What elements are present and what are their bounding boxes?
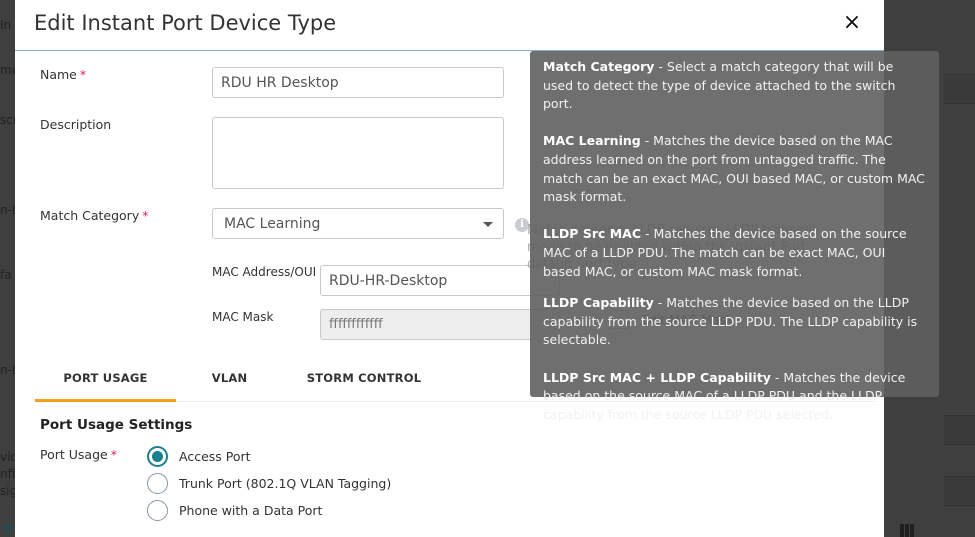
tooltip-item: Match Category - Select a match category… — [543, 58, 926, 114]
name-input[interactable]: RDU HR Desktop — [212, 67, 504, 98]
modal-title: Edit Instant Port Device Type — [34, 11, 337, 35]
port-usage-label-text: Port Usage — [40, 447, 108, 462]
radio-label: Trunk Port (802.1Q VLAN Tagging) — [179, 476, 392, 491]
tooltip-term: MAC Learning — [543, 133, 641, 149]
required-marker: * — [79, 67, 87, 82]
columns-icon — [900, 524, 914, 537]
description-label: Description — [40, 117, 112, 132]
tooltip-term: LLDP Src MAC + LLDP Capability — [543, 369, 771, 385]
add-icon: + — [0, 515, 15, 537]
radio-trunk-port[interactable]: Trunk Port (802.1Q VLAN Tagging) — [147, 473, 391, 494]
background-text: scr — [0, 113, 15, 127]
background-row — [944, 74, 975, 104]
mac-mask-input[interactable]: ffffffffffff — [320, 309, 560, 340]
background-row — [944, 415, 975, 445]
radio-phone-data-port[interactable]: Phone with a Data Port — [147, 500, 322, 521]
name-label: Name * — [40, 67, 86, 82]
tab-storm-control[interactable]: STORM CONTROL — [283, 362, 445, 402]
background-text: me — [0, 63, 15, 77]
port-usage-label: Port Usage * — [40, 447, 117, 462]
radio-access-port[interactable]: Access Port — [147, 446, 251, 467]
mac-address-label: MAC Address/OUI — [212, 265, 317, 279]
background-text: n-I — [0, 203, 15, 217]
background-page-left: In me scr n-I fa n-I vic nfi sig + — [0, 0, 15, 537]
tooltip-term: LLDP Src MAC — [543, 226, 642, 242]
tooltip-item: MAC Learning - Matches the device based … — [543, 132, 926, 206]
tooltip-item: LLDP Src MAC - Matches the device based … — [543, 225, 926, 281]
background-text: In — [0, 18, 12, 32]
background-text: vic — [0, 450, 15, 464]
modal-header: Edit Instant Port Device Type × — [15, 0, 884, 51]
radio-button[interactable] — [147, 473, 168, 494]
mac-address-input[interactable]: RDU-HR-Desktop — [320, 265, 560, 296]
background-row — [944, 476, 975, 506]
chevron-down-icon — [483, 222, 493, 227]
tab-vlan[interactable]: VLAN — [176, 362, 283, 402]
match-category-label: Match Category * — [40, 208, 148, 223]
required-marker: * — [142, 208, 149, 223]
tooltip-item: LLDP Src MAC + LLDP Capability - Matches… — [543, 369, 926, 425]
background-text: n-I — [0, 363, 15, 377]
radio-button[interactable] — [147, 500, 168, 521]
radio-button-checked[interactable] — [147, 446, 168, 467]
background-text: fa — [0, 268, 12, 282]
tooltip-term: LLDP Capability — [543, 295, 654, 311]
radio-label: Phone with a Data Port — [179, 503, 323, 518]
radio-label: Access Port — [179, 449, 251, 464]
port-usage-settings-heading: Port Usage Settings — [40, 417, 193, 433]
close-icon[interactable]: × — [841, 12, 863, 34]
description-textarea[interactable] — [212, 117, 504, 189]
background-text: nfi — [0, 467, 15, 481]
match-category-select[interactable]: MAC Learning — [212, 208, 504, 239]
match-category-tooltip: Match Category - Select a match category… — [530, 51, 939, 422]
name-label-text: Name — [40, 67, 77, 82]
tab-bar: PORT USAGE VLAN STORM CONTROL — [35, 362, 452, 402]
match-category-label-text: Match Category — [40, 208, 140, 223]
background-text: sig — [0, 484, 15, 498]
tab-port-usage[interactable]: PORT USAGE — [35, 362, 176, 402]
tooltip-term: Match Category — [543, 59, 655, 74]
match-category-value: MAC Learning — [224, 215, 321, 232]
tooltip-item: LLDP Capability - Matches the device bas… — [543, 294, 926, 350]
required-marker: * — [110, 447, 117, 462]
mac-mask-label: MAC Mask — [212, 310, 274, 324]
